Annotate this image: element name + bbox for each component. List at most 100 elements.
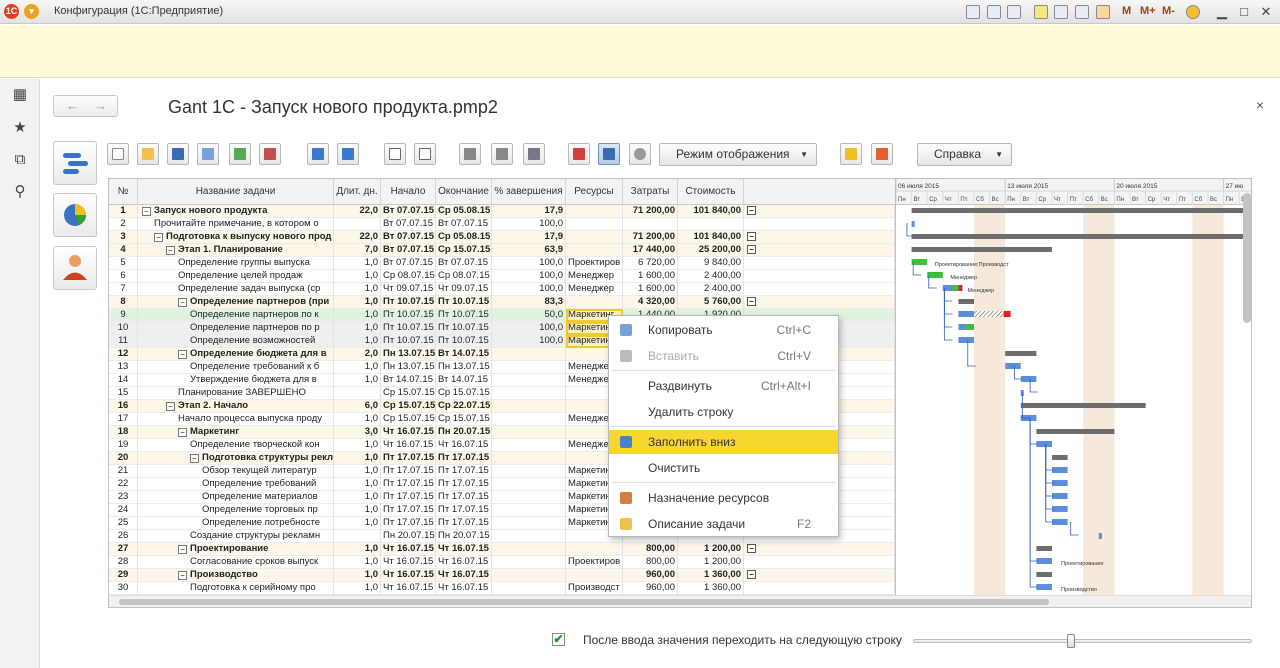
preview-icon[interactable]	[1007, 5, 1021, 19]
summary-toggle-cell[interactable]: −	[744, 231, 895, 244]
table-cell-pct[interactable]: 63,9	[492, 244, 566, 257]
table-cell-cost[interactable]: 800,00	[623, 543, 678, 556]
history-icon[interactable]	[1054, 5, 1068, 19]
column-header[interactable]: №	[109, 179, 138, 205]
table-cell-end[interactable]: Ср 15.07.15	[436, 244, 492, 257]
help-dropdown[interactable]: Справка	[917, 143, 1012, 166]
table-cell-n[interactable]: 7	[109, 283, 138, 296]
table-cell-pct[interactable]	[492, 582, 566, 595]
table-cell-name[interactable]: Определение целей продаж	[138, 270, 334, 283]
table-cell-name[interactable]: Определение группы выпуска	[138, 257, 334, 270]
table-cell-end[interactable]: Чт 16.07.15	[436, 556, 492, 569]
table-cell-dur[interactable]: 1,0	[334, 478, 381, 491]
table-cell-price[interactable]: 2 400,00	[678, 270, 744, 283]
minimize-icon[interactable]: ▁	[1212, 2, 1232, 22]
table-cell-n[interactable]: 5	[109, 257, 138, 270]
table-cell-dur[interactable]: 1,0	[334, 283, 381, 296]
table-cell-dur[interactable]: 1,0	[334, 413, 381, 426]
table-cell-dur[interactable]: 1,0	[334, 504, 381, 517]
table-cell-res[interactable]: Проектиров	[566, 556, 623, 569]
table-cell-dur[interactable]	[334, 530, 381, 543]
table-cell-price[interactable]: 2 400,00	[678, 283, 744, 296]
table-cell-name[interactable]: Определение потребносте	[138, 517, 334, 530]
table-cell-dur[interactable]: 1,0	[334, 257, 381, 270]
table-cell-end[interactable]: Ср 22.07.15	[436, 400, 492, 413]
table-cell-start[interactable]: Пт 10.07.15	[381, 335, 436, 348]
table-row[interactable]: 6 Определение целей продаж 1,0 Ср 08.07.15 С…	[109, 270, 895, 283]
next-row-checkbox[interactable]: ✔	[552, 633, 565, 646]
table-cell-name[interactable]: − Определение бюджета для в	[138, 348, 334, 361]
context-menu-item[interactable]: Назначение ресурсов	[609, 486, 838, 510]
table-cell-end[interactable]: Пн 20.07.15	[436, 530, 492, 543]
collapse-toggle-icon[interactable]: −	[154, 233, 163, 242]
table-cell-end[interactable]: Вт 07.07.15	[436, 257, 492, 270]
copy-task-button[interactable]	[197, 143, 219, 165]
context-menu-item[interactable]: Вставить Ctrl+V	[609, 344, 838, 368]
summary-toggle-cell[interactable]	[744, 218, 895, 231]
table-cell-start[interactable]: Пт 17.07.15	[381, 465, 436, 478]
table-cell-pct[interactable]	[492, 426, 566, 439]
table-cell-dur[interactable]: 1,0	[334, 270, 381, 283]
calculator-icon[interactable]	[1075, 5, 1089, 19]
table-cell-n[interactable]: 12	[109, 348, 138, 361]
table-cell-dur[interactable]: 1,0	[334, 465, 381, 478]
print-icon[interactable]	[987, 5, 1001, 19]
table-row[interactable]: 8− Определение партнеров (при 1,0 Пт 10.07.…	[109, 296, 895, 309]
table-cell-dur[interactable]: 3,0	[334, 426, 381, 439]
table-cell-name[interactable]: Утверждение бюджета для в	[138, 374, 334, 387]
context-menu-item[interactable]: Описание задачи F2	[609, 512, 838, 536]
table-cell-start[interactable]: Ср 15.07.15	[381, 400, 436, 413]
table-cell-n[interactable]: 14	[109, 374, 138, 387]
table-cell-end[interactable]: Пт 17.07.15	[436, 517, 492, 530]
table-cell-pct[interactable]	[492, 556, 566, 569]
table-cell-dur[interactable]: 1,0	[334, 491, 381, 504]
table-cell-pct[interactable]: 100,0	[492, 257, 566, 270]
table-cell-pct[interactable]	[492, 491, 566, 504]
table-cell-pct[interactable]	[492, 374, 566, 387]
table-cell-end[interactable]: Пт 10.07.15	[436, 322, 492, 335]
table-cell-cost[interactable]: 71 200,00	[623, 205, 678, 218]
table-cell-price[interactable]: 9 840,00	[678, 257, 744, 270]
import-button[interactable]	[259, 143, 281, 165]
favorites-icon[interactable]	[1034, 5, 1048, 19]
table-cell-start[interactable]: Чт 16.07.15	[381, 439, 436, 452]
table-cell-res[interactable]: Менеджер	[566, 270, 623, 283]
table-cell-start[interactable]: Вт 07.07.15	[381, 257, 436, 270]
table-cell-end[interactable]: Пт 17.07.15	[436, 465, 492, 478]
table-cell-start[interactable]: Пт 17.07.15	[381, 478, 436, 491]
table-cell-end[interactable]: Чт 16.07.15	[436, 439, 492, 452]
table-cell-n[interactable]: 3	[109, 231, 138, 244]
table-cell-name[interactable]: Обзор текущей литератур	[138, 465, 334, 478]
settings-button[interactable]	[629, 143, 651, 165]
table-cell-price[interactable]: 1 200,00	[678, 556, 744, 569]
table-cell-pct[interactable]	[492, 452, 566, 465]
table-row[interactable]: 4− Этап 1. Планирование 7,0 Вт 07.07.15 Ср 1…	[109, 244, 895, 257]
main-menu-icon[interactable]: ▾	[24, 4, 39, 19]
table-cell-name[interactable]: Определение партнеров по к	[138, 309, 334, 322]
table-cell-price[interactable]: 1 360,00	[678, 569, 744, 582]
summary-toggle-cell[interactable]: −	[744, 244, 895, 257]
chart-view-button[interactable]	[53, 193, 97, 237]
collapse-toggle-icon[interactable]: −	[166, 402, 175, 411]
memory-mminus-button[interactable]: M-	[1162, 5, 1175, 17]
table-cell-end[interactable]: Пт 17.07.15	[436, 491, 492, 504]
table-cell-start[interactable]: Пт 10.07.15	[381, 296, 436, 309]
table-cell-start[interactable]: Пн 13.07.15	[381, 348, 436, 361]
table-cell-end[interactable]: Вт 14.07.15	[436, 374, 492, 387]
table-cell-n[interactable]: 4	[109, 244, 138, 257]
summary-toggle-cell[interactable]	[744, 556, 895, 569]
table-cell-start[interactable]: Чт 09.07.15	[381, 283, 436, 296]
table-cell-dur[interactable]: 1,0	[334, 439, 381, 452]
table-cell-name[interactable]: Определение возможностей	[138, 335, 334, 348]
table-cell-start[interactable]: Вт 07.07.15	[381, 231, 436, 244]
table-cell-n[interactable]: 19	[109, 439, 138, 452]
table-cell-start[interactable]: Чт 16.07.15	[381, 569, 436, 582]
table-cell-res[interactable]	[566, 296, 623, 309]
table-row[interactable]: 7 Определение задач выпуска (ср 1,0 Чт 09.0…	[109, 283, 895, 296]
table-cell-name[interactable]: − Этап 1. Планирование	[138, 244, 334, 257]
table-cell-name[interactable]: Планирование ЗАВЕРШЕНО	[138, 387, 334, 400]
table-cell-end[interactable]: Пт 10.07.15	[436, 296, 492, 309]
table-cell-pct[interactable]: 83,3	[492, 296, 566, 309]
table-cell-start[interactable]: Пт 17.07.15	[381, 517, 436, 530]
collapse-toggle-icon[interactable]: −	[178, 428, 187, 437]
